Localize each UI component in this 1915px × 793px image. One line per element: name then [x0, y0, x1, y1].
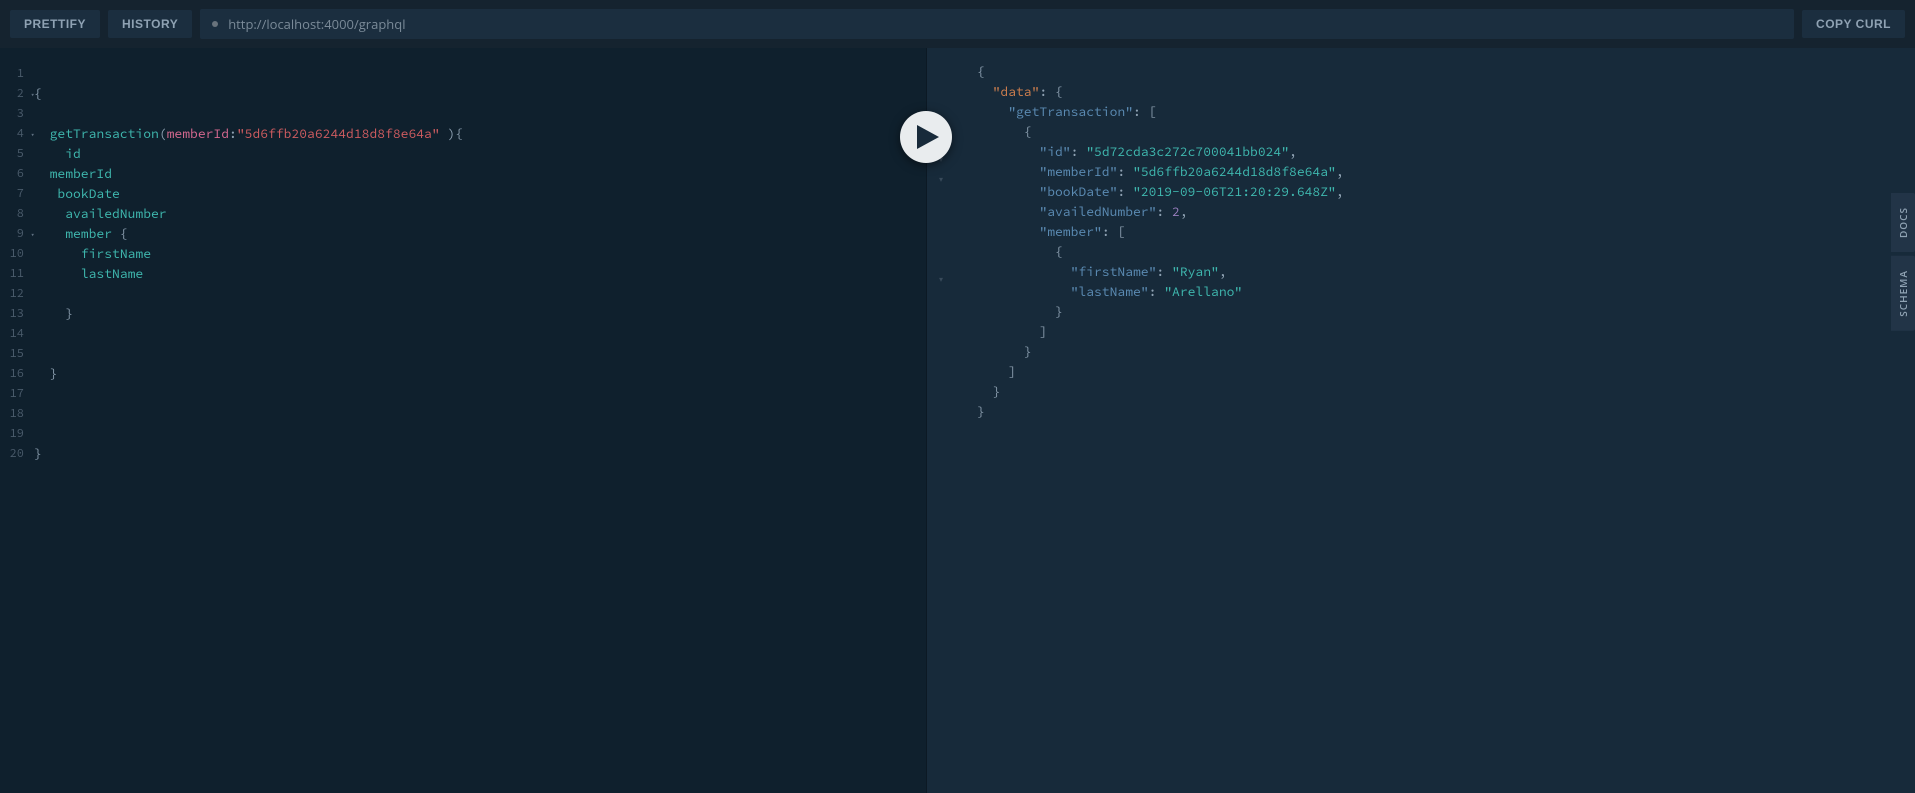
endpoint-url: http://localhost:4000/graphql	[228, 15, 405, 33]
prettify-button[interactable]: PRETTIFY	[10, 10, 100, 38]
result-fold-gutter: ▾▾▾▾▾	[939, 110, 953, 470]
history-button[interactable]: HISTORY	[108, 10, 192, 38]
play-icon	[917, 125, 939, 149]
execute-button[interactable]	[900, 111, 952, 163]
line-gutter: 1234567891011121314151617181920	[0, 64, 30, 464]
endpoint-input[interactable]: http://localhost:4000/graphql	[200, 9, 1794, 39]
main: 1234567891011121314151617181920 { getTra…	[0, 48, 1915, 793]
endpoint-status-dot	[212, 21, 218, 27]
side-tabs: DOCS SCHEMA	[1891, 193, 1915, 331]
result-viewer[interactable]: { "data": { "getTransaction": [ { "id": …	[927, 48, 1915, 793]
copy-curl-button[interactable]: COPY CURL	[1802, 10, 1905, 38]
query-code: { getTransaction(memberId:"5d6ffb20a6244…	[34, 64, 463, 464]
docs-tab[interactable]: DOCS	[1891, 193, 1915, 252]
result-json: { "data": { "getTransaction": [ { "id": …	[927, 48, 1915, 422]
toolbar: PRETTIFY HISTORY http://localhost:4000/g…	[0, 0, 1915, 48]
schema-tab[interactable]: SCHEMA	[1891, 256, 1915, 331]
query-editor[interactable]: 1234567891011121314151617181920 { getTra…	[0, 48, 927, 793]
